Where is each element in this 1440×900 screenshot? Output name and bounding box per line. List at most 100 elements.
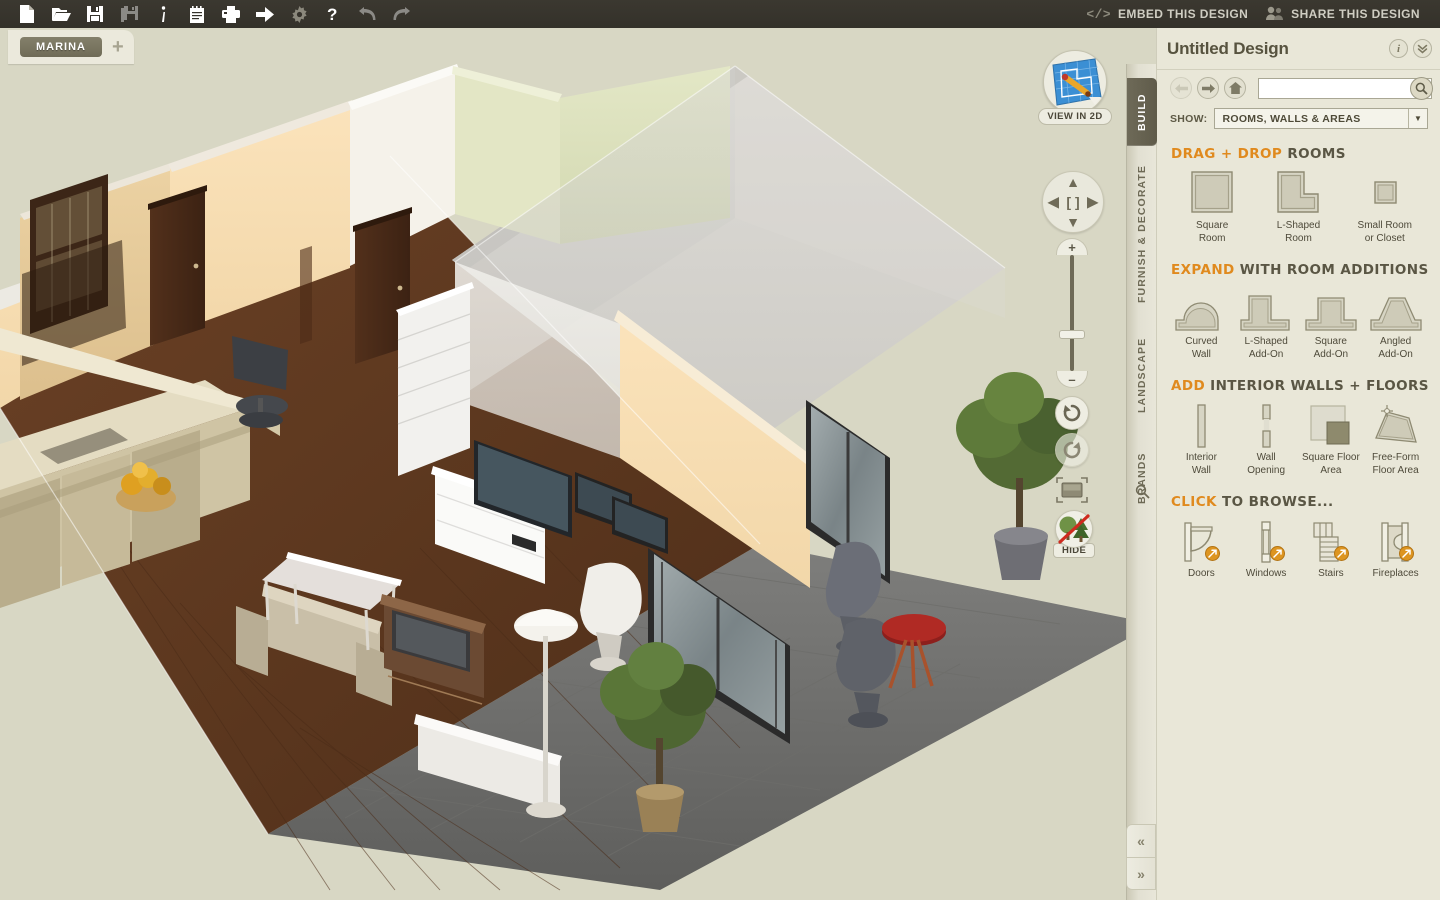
show-select[interactable]: ROOMS, WALLS & AREAS ▼: [1214, 108, 1428, 129]
panel-collapse-controls: « »: [1126, 824, 1156, 890]
chevron-double-down-icon[interactable]: [1413, 39, 1432, 58]
tile-label: Square Add-On: [1313, 336, 1349, 360]
rail-tab-landscape[interactable]: LANDSCAPE: [1127, 320, 1157, 430]
toolbar-right-links: </> EMBED THIS DESIGN SHARE THIS DESIGN: [1080, 6, 1440, 23]
panel-back-button[interactable]: [1170, 77, 1192, 99]
small-room-or-closet-icon: [1361, 168, 1409, 216]
rail-tab-build[interactable]: BUILD: [1127, 78, 1157, 146]
tile-square-addon[interactable]: Square Add-On: [1299, 284, 1364, 361]
svg-text:?: ?: [327, 5, 337, 23]
hide-foliage-button[interactable]: [1055, 510, 1094, 548]
section-expand-room-additions: EXPAND WITH ROOM ADDITIONS Curved Wall L…: [1167, 255, 1430, 371]
section-heading-accent: ADD: [1171, 378, 1206, 394]
camera-navigation-pad[interactable]: ▲ ▼ ◀ ▶ [ ]: [1042, 171, 1104, 233]
section-heading-accent: EXPAND: [1171, 262, 1235, 278]
tile-label: Small Room or Closet: [1357, 220, 1413, 244]
section-heading-rest: TO BROWSE...: [1222, 494, 1334, 510]
collapse-panel-right-button[interactable]: »: [1126, 857, 1156, 890]
hide-foliage-control[interactable]: HIDE: [1053, 510, 1096, 558]
zoom-out-button[interactable]: –: [1056, 371, 1088, 388]
blueprint-pencil-icon: [1052, 58, 1102, 106]
panel-navigation-bar: [1157, 70, 1440, 106]
curved-wall-icon: [1174, 284, 1228, 332]
tile-l-shaped-room[interactable]: L-Shaped Room: [1255, 168, 1341, 245]
toolbar-icon-group: ?: [0, 1, 418, 27]
open-folder-icon[interactable]: [44, 1, 78, 27]
tile-free-form-floor-area[interactable]: Free-Form Floor Area: [1363, 400, 1428, 477]
rail-tab-furnish-and-decorate[interactable]: FURNISH & DECORATE: [1127, 154, 1157, 314]
tile-stairs[interactable]: Stairs: [1299, 516, 1364, 581]
interior-wall-icon: [1191, 400, 1211, 448]
rotate-left-button[interactable]: [1055, 396, 1089, 430]
zoom-handle[interactable]: [1059, 330, 1085, 339]
embed-this-design-label: EMBED THIS DESIGN: [1118, 7, 1249, 21]
help-icon[interactable]: ?: [316, 1, 350, 27]
people-icon: [1266, 6, 1284, 23]
l-shaped-room-icon: [1274, 168, 1322, 216]
tile-curved-wall[interactable]: Curved Wall: [1169, 284, 1234, 361]
tile-label: Square Floor Area: [1301, 452, 1360, 476]
main-toolbar: ? </> EMBED THIS DESIGN SHARE THIS DESIG…: [0, 0, 1440, 28]
tile-windows[interactable]: Windows: [1234, 516, 1299, 581]
view-in-2d-control[interactable]: VIEW IN 2D: [1032, 50, 1118, 125]
recenter-button[interactable]: [ ]: [1066, 194, 1079, 210]
section-tiles: Square Room L-Shaped Room Small Room or …: [1167, 168, 1430, 245]
view-in-2d-button[interactable]: [1043, 50, 1107, 114]
snapshot-button[interactable]: [1055, 476, 1089, 504]
floorplan-3d-scene[interactable]: [0, 28, 1126, 900]
chevron-down-icon[interactable]: ▼: [1408, 109, 1427, 128]
info-icon[interactable]: [146, 1, 180, 27]
rail-search-icon[interactable]: [1127, 476, 1157, 506]
tile-interior-wall[interactable]: Interior Wall: [1169, 400, 1234, 477]
angled-addon-icon: [1369, 284, 1423, 332]
view-in-2d-label[interactable]: VIEW IN 2D: [1038, 108, 1112, 125]
tile-square-floor-area[interactable]: Square Floor Area: [1299, 400, 1364, 477]
embed-this-design-button[interactable]: </> EMBED THIS DESIGN: [1080, 7, 1254, 22]
rotate-cw-icon: [1063, 441, 1081, 459]
collapse-panel-left-button[interactable]: «: [1126, 824, 1156, 857]
document-tab-marina[interactable]: MARINA: [20, 37, 102, 57]
design-viewport[interactable]: VIEW IN 2D ▲ ▼ ◀ ▶ [ ] + – HIDE: [0, 28, 1126, 900]
panel-search-box[interactable]: [1258, 76, 1433, 100]
tile-small-room-or-closet[interactable]: Small Room or Closet: [1342, 168, 1428, 245]
save-as-icon[interactable]: [112, 1, 146, 27]
add-tab-button[interactable]: +: [112, 37, 124, 57]
browse-badge-icon: [1269, 545, 1285, 561]
panel-forward-button[interactable]: [1197, 77, 1219, 99]
export-icon[interactable]: [248, 1, 282, 27]
redo-icon[interactable]: [384, 1, 418, 27]
l-shaped-addon-icon: [1239, 284, 1293, 332]
notes-icon[interactable]: [180, 1, 214, 27]
design-info-icon[interactable]: i: [1389, 39, 1408, 58]
zoom-in-button[interactable]: +: [1056, 238, 1088, 255]
zoom-slider[interactable]: + –: [1056, 238, 1088, 388]
search-icon[interactable]: [1410, 76, 1433, 100]
undo-icon[interactable]: [350, 1, 384, 27]
tile-fireplaces[interactable]: Fireplaces: [1363, 516, 1428, 581]
pan-right-button[interactable]: ▶: [1087, 194, 1098, 211]
save-icon[interactable]: [78, 1, 112, 27]
browse-badge-icon: [1399, 545, 1414, 561]
tile-square-room[interactable]: Square Room: [1169, 168, 1255, 245]
search-input[interactable]: [1259, 79, 1431, 98]
tile-angled-addon[interactable]: Angled Add-On: [1363, 284, 1428, 361]
panel-sections: DRAG + DROP ROOMS Square Room L-Shaped R…: [1157, 139, 1440, 591]
pan-left-button[interactable]: ◀: [1048, 194, 1059, 211]
share-this-design-button[interactable]: SHARE THIS DESIGN: [1260, 6, 1426, 23]
square-floor-area-icon: [1309, 400, 1353, 448]
tile-l-shaped-addon[interactable]: L-Shaped Add-On: [1234, 284, 1299, 361]
tile-wall-opening[interactable]: Wall Opening: [1234, 400, 1299, 477]
panel-home-button[interactable]: [1224, 77, 1246, 99]
pan-down-button[interactable]: ▼: [1066, 214, 1080, 230]
square-room-icon: [1188, 168, 1236, 216]
tile-doors[interactable]: Doors: [1169, 516, 1234, 581]
settings-gear-icon[interactable]: [282, 1, 316, 27]
tile-label: Fireplaces: [1372, 568, 1419, 579]
zoom-track[interactable]: [1070, 255, 1074, 371]
section-heading: DRAG + DROP ROOMS: [1167, 139, 1430, 168]
rotate-right-button[interactable]: [1055, 433, 1089, 467]
new-file-icon[interactable]: [10, 1, 44, 27]
print-icon[interactable]: [214, 1, 248, 27]
tile-label: Doors: [1188, 568, 1215, 579]
pan-up-button[interactable]: ▲: [1066, 174, 1080, 190]
